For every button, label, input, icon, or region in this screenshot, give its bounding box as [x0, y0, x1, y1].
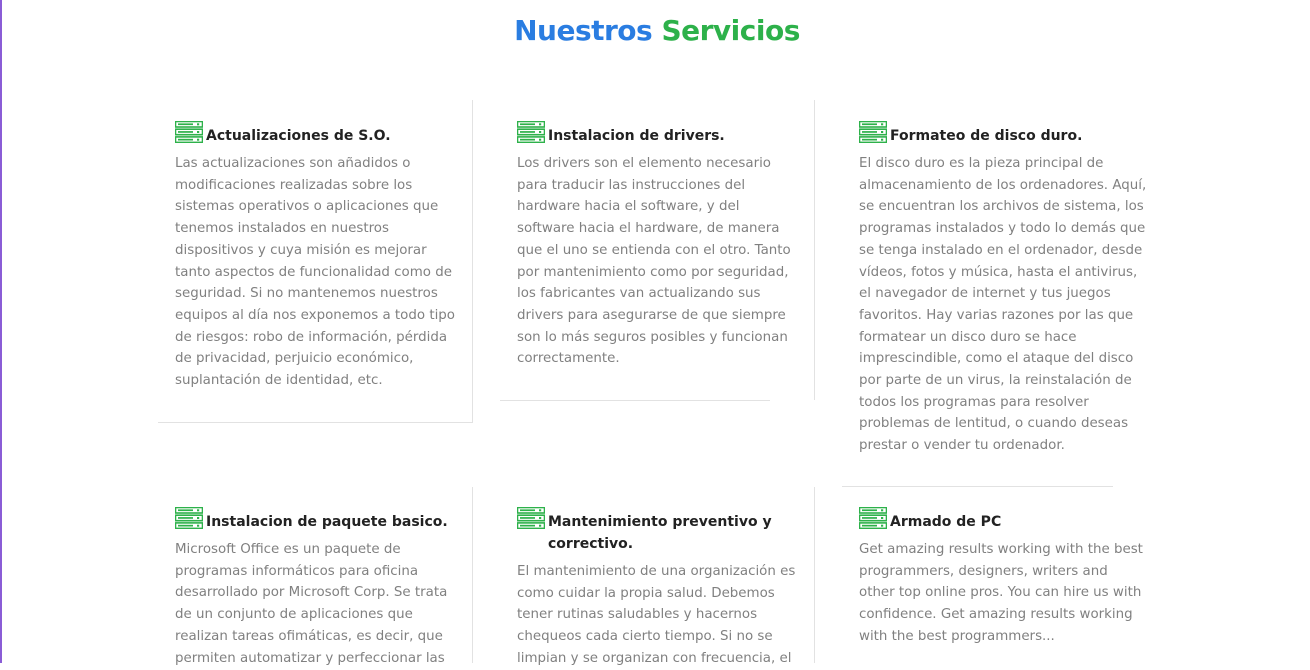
service-card-office-package: Instalacion de paquete basico. Microsoft…	[175, 507, 458, 669]
service-card-drivers: Instalacion de drivers. Los drivers son …	[517, 121, 800, 370]
divider-vertical	[472, 487, 473, 663]
service-description: Las actualizaciones son añadidos o modif…	[175, 156, 455, 389]
service-description: Microsoft Office es un paquete de progra…	[175, 542, 448, 666]
divider-horizontal	[500, 400, 770, 401]
server-icon	[859, 507, 887, 529]
service-card-os-updates: Actualizaciones de S.O. Las actualizacio…	[175, 121, 458, 392]
server-icon	[517, 507, 545, 529]
divider-horizontal	[158, 422, 473, 423]
service-description: El disco duro es la pieza principal de a…	[859, 156, 1147, 454]
service-card-header: Instalacion de drivers.	[517, 121, 800, 147]
service-description: El mantenimiento de una organización es …	[517, 564, 796, 666]
service-description: Los drivers son el elemento necesario pa…	[517, 156, 791, 367]
server-icon	[517, 121, 545, 143]
service-card-header: Instalacion de paquete basico.	[175, 507, 458, 533]
service-card-header: Mantenimiento preventivo y correctivo.	[517, 507, 800, 555]
divider-vertical	[814, 100, 815, 400]
service-card-header: Armado de PC	[859, 507, 1147, 533]
service-card-pc-build: Armado de PC Get amazing results working…	[859, 507, 1147, 648]
service-card-header: Formateo de disco duro.	[859, 121, 1147, 147]
service-title: Formateo de disco duro.	[890, 128, 1083, 144]
service-card-maintenance: Mantenimiento preventivo y correctivo. E…	[517, 507, 800, 670]
section-title: Nuestros Servicios	[2, 14, 1310, 47]
service-card-header: Actualizaciones de S.O.	[175, 121, 458, 147]
service-title: Instalacion de drivers.	[548, 128, 725, 144]
server-icon	[859, 121, 887, 143]
service-title: Actualizaciones de S.O.	[206, 128, 391, 144]
service-title: Armado de PC	[890, 514, 1002, 530]
server-icon	[175, 121, 203, 143]
divider-vertical	[472, 100, 473, 422]
server-icon	[175, 507, 203, 529]
service-title: Instalacion de paquete basico.	[206, 514, 448, 530]
section-title-part2: Servicios	[661, 14, 800, 47]
divider-horizontal	[842, 486, 1113, 487]
section-title-part1: Nuestros	[514, 14, 653, 47]
divider-vertical	[814, 487, 815, 663]
service-title: Mantenimiento preventivo y correctivo.	[548, 514, 772, 552]
service-card-disk-format: Formateo de disco duro. El disco duro es…	[859, 121, 1147, 457]
service-description: Get amazing results working with the bes…	[859, 542, 1143, 644]
